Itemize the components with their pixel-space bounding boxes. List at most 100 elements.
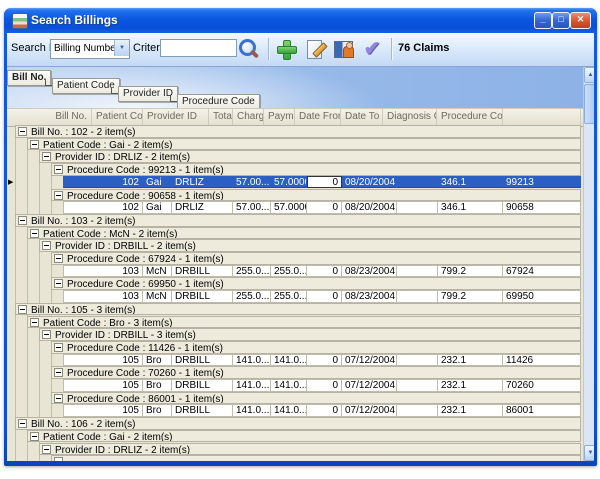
data-row-selected[interactable]: 102GaiDRLIZ57.00...57.0000008/20/2004346…: [63, 176, 581, 189]
scrollbar-thumb[interactable]: [584, 84, 594, 124]
cell-diagnosis-code[interactable]: 232.1: [438, 354, 503, 367]
collapse-icon[interactable]: [18, 419, 27, 428]
cell-procedure-code[interactable]: 70260: [503, 379, 581, 392]
collapse-icon[interactable]: [30, 432, 39, 441]
cell-bill-no[interactable]: 102: [63, 176, 143, 189]
cell-provider-id[interactable]: DRLIZ: [172, 176, 233, 189]
cell-patient-code[interactable]: Gai: [143, 201, 172, 214]
cell-bill-no[interactable]: 105: [63, 379, 143, 392]
collapse-icon[interactable]: [54, 368, 63, 377]
group-row[interactable]: Patient Code : Bro - 3 item(s): [27, 316, 581, 329]
cell-diagnosis-code[interactable]: 346.1: [438, 201, 503, 214]
criteria-input[interactable]: [160, 39, 237, 57]
collapse-icon[interactable]: [42, 152, 51, 161]
collapse-icon[interactable]: [54, 254, 63, 263]
group-row[interactable]: Procedure Code : 11426 - 1 item(s): [51, 341, 581, 354]
data-row[interactable]: 105BroDRBILL141.0...141.0...007/12/20042…: [63, 404, 581, 417]
collapse-icon[interactable]: [54, 165, 63, 174]
cell-procedure-code[interactable]: 86001: [503, 404, 581, 417]
cell-payments[interactable]: 0: [307, 176, 342, 189]
cell-payments[interactable]: 0: [307, 354, 342, 367]
collapse-icon[interactable]: [54, 191, 63, 200]
collapse-icon[interactable]: [18, 216, 27, 225]
group-row[interactable]: [51, 455, 581, 461]
cell-patient-code[interactable]: McN: [143, 290, 172, 303]
group-row[interactable]: Provider ID : DRLIZ - 2 item(s): [39, 150, 581, 163]
group-row[interactable]: Provider ID : DRBILL - 3 item(s): [39, 328, 581, 341]
close-button[interactable]: ✕: [570, 12, 591, 29]
cell-bill-no[interactable]: 102: [63, 201, 143, 214]
collapse-icon[interactable]: [54, 343, 63, 352]
cell-payments[interactable]: 0: [307, 404, 342, 417]
cell-charges[interactable]: 141.0...: [271, 354, 307, 367]
cell-date-to[interactable]: [397, 404, 438, 417]
cell-bill-no[interactable]: 105: [63, 354, 143, 367]
group-row[interactable]: Procedure Code : 70260 - 1 item(s): [51, 366, 581, 379]
group-row[interactable]: Patient Code : McN - 2 item(s): [27, 227, 581, 240]
cell-date-to[interactable]: [397, 354, 438, 367]
cell-bill-no[interactable]: 103: [63, 265, 143, 278]
collapse-icon[interactable]: [18, 127, 27, 136]
report-icon[interactable]: [332, 38, 356, 62]
group-row[interactable]: Procedure Code : 90658 - 1 item(s): [51, 189, 581, 202]
cell-total[interactable]: 141.0...: [233, 404, 271, 417]
collapse-icon[interactable]: [42, 241, 51, 250]
data-row[interactable]: 105BroDRBILL141.0...141.0...007/12/20042…: [63, 379, 581, 392]
group-row[interactable]: Patient Code : Gai - 2 item(s): [27, 430, 581, 443]
group-row[interactable]: Provider ID : DRLIZ - 2 item(s): [39, 443, 581, 456]
chevron-down-icon[interactable]: ▼: [114, 40, 129, 56]
cell-diagnosis-code[interactable]: 232.1: [438, 404, 503, 417]
collapse-icon[interactable]: [30, 140, 39, 149]
cell-payments[interactable]: 0: [307, 290, 342, 303]
group-row[interactable]: Patient Code : Gai - 2 item(s): [27, 138, 581, 151]
cell-total[interactable]: 255.0...: [233, 290, 271, 303]
collapse-icon[interactable]: [42, 445, 51, 454]
cell-charges[interactable]: 57.0000: [271, 176, 307, 189]
search-icon[interactable]: [237, 38, 261, 62]
data-row[interactable]: 103McNDRBILL255.0...255.0...008/23/20047…: [63, 265, 581, 278]
cell-procedure-code[interactable]: 11426: [503, 354, 581, 367]
group-row[interactable]: Bill No. : 106 - 2 item(s): [15, 417, 581, 430]
cell-provider-id[interactable]: DRLIZ: [172, 201, 233, 214]
cell-date-from[interactable]: 07/12/2004: [342, 354, 397, 367]
cell-date-from[interactable]: 08/20/2004: [342, 176, 397, 189]
collapse-icon[interactable]: [18, 305, 27, 314]
collapse-icon[interactable]: [30, 318, 39, 327]
cell-patient-code[interactable]: Gai: [143, 176, 172, 189]
cell-date-from[interactable]: 08/20/2004: [342, 201, 397, 214]
cell-provider-id[interactable]: DRBILL: [172, 265, 233, 278]
cell-bill-no[interactable]: 105: [63, 404, 143, 417]
collapse-icon[interactable]: [30, 229, 39, 238]
cell-procedure-code[interactable]: 90658: [503, 201, 581, 214]
cell-procedure-code[interactable]: 67924: [503, 265, 581, 278]
minimize-button[interactable]: _: [534, 12, 552, 29]
post-icon[interactable]: ✔: [360, 38, 384, 62]
cell-provider-id[interactable]: DRBILL: [172, 404, 233, 417]
group-row[interactable]: Procedure Code : 99213 - 1 item(s): [51, 163, 581, 176]
group-row[interactable]: Procedure Code : 69950 - 1 item(s): [51, 277, 581, 290]
cell-provider-id[interactable]: DRBILL: [172, 354, 233, 367]
cell-date-to[interactable]: [397, 176, 438, 189]
cell-total[interactable]: 57.00...: [233, 201, 271, 214]
cell-patient-code[interactable]: Bro: [143, 404, 172, 417]
data-row[interactable]: 102GaiDRLIZ57.00...57.0000008/20/2004346…: [63, 201, 581, 214]
cell-charges[interactable]: 255.0...: [271, 290, 307, 303]
group-row[interactable]: Bill No. : 103 - 2 item(s): [15, 214, 581, 227]
cell-bill-no[interactable]: 103: [63, 290, 143, 303]
cell-payments[interactable]: 0: [307, 379, 342, 392]
cell-date-from[interactable]: 08/23/2004: [342, 265, 397, 278]
cell-payments[interactable]: 0: [307, 265, 342, 278]
group-row[interactable]: Provider ID : DRBILL - 2 item(s): [39, 239, 581, 252]
cell-provider-id[interactable]: DRBILL: [172, 379, 233, 392]
cell-charges[interactable]: 141.0...: [271, 404, 307, 417]
data-row[interactable]: 103McNDRBILL255.0...255.0...008/23/20047…: [63, 290, 581, 303]
cell-charges[interactable]: 255.0...: [271, 265, 307, 278]
cell-charges[interactable]: 141.0...: [271, 379, 307, 392]
cell-diagnosis-code[interactable]: 799.2: [438, 290, 503, 303]
cell-patient-code[interactable]: McN: [143, 265, 172, 278]
group-row[interactable]: Bill No. : 105 - 3 item(s): [15, 303, 581, 316]
cell-procedure-code[interactable]: 69950: [503, 290, 581, 303]
cell-diagnosis-code[interactable]: 799.2: [438, 265, 503, 278]
group-row[interactable]: Bill No. : 102 - 2 item(s): [15, 125, 581, 138]
cell-date-from[interactable]: 08/23/2004: [342, 290, 397, 303]
